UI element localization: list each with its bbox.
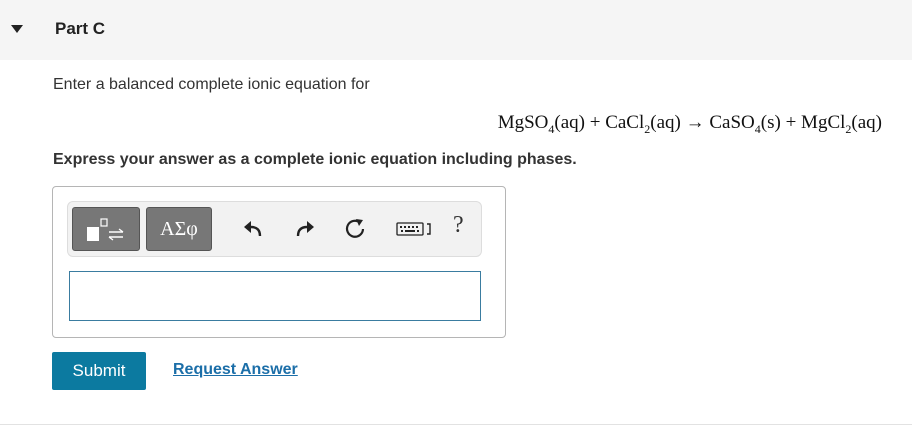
reactant-1: MgSO4(aq) <box>497 112 585 136</box>
keyboard-icon[interactable] <box>396 216 436 242</box>
product-1: CaSO4(s) <box>709 112 781 136</box>
reset-icon[interactable] <box>342 216 368 242</box>
greek-symbols-button[interactable]: ΑΣφ <box>146 207 212 251</box>
templates-icon <box>87 218 124 241</box>
templates-button[interactable] <box>72 207 140 251</box>
plus-sign: + <box>589 112 601 133</box>
submit-button[interactable]: Submit <box>52 352 146 390</box>
undo-icon[interactable] <box>240 216 266 242</box>
collapse-arrow-icon[interactable] <box>11 25 23 33</box>
answer-instruction: Express your answer as a complete ionic … <box>53 151 577 168</box>
part-title: Part C <box>55 19 106 38</box>
divider <box>0 424 912 425</box>
help-icon[interactable]: ? <box>453 212 464 239</box>
math-toolbar: ΑΣφ ? <box>67 201 482 257</box>
plus-sign: + <box>785 112 797 133</box>
product-2: MgCl2(aq) <box>801 112 882 136</box>
reaction-arrow: → <box>685 112 705 133</box>
request-answer-link[interactable]: Request Answer <box>173 361 298 379</box>
question-prompt: Enter a balanced complete ionic equation… <box>53 76 370 93</box>
reactant-2: CaCl2(aq) <box>605 112 681 136</box>
part-header: Part C <box>0 0 912 60</box>
answer-input[interactable] <box>69 271 481 321</box>
redo-icon[interactable] <box>292 216 318 242</box>
chemical-equation: MgSO4(aq) + CaCl2(aq) → CaSO4(s) + MgCl2… <box>498 112 882 137</box>
